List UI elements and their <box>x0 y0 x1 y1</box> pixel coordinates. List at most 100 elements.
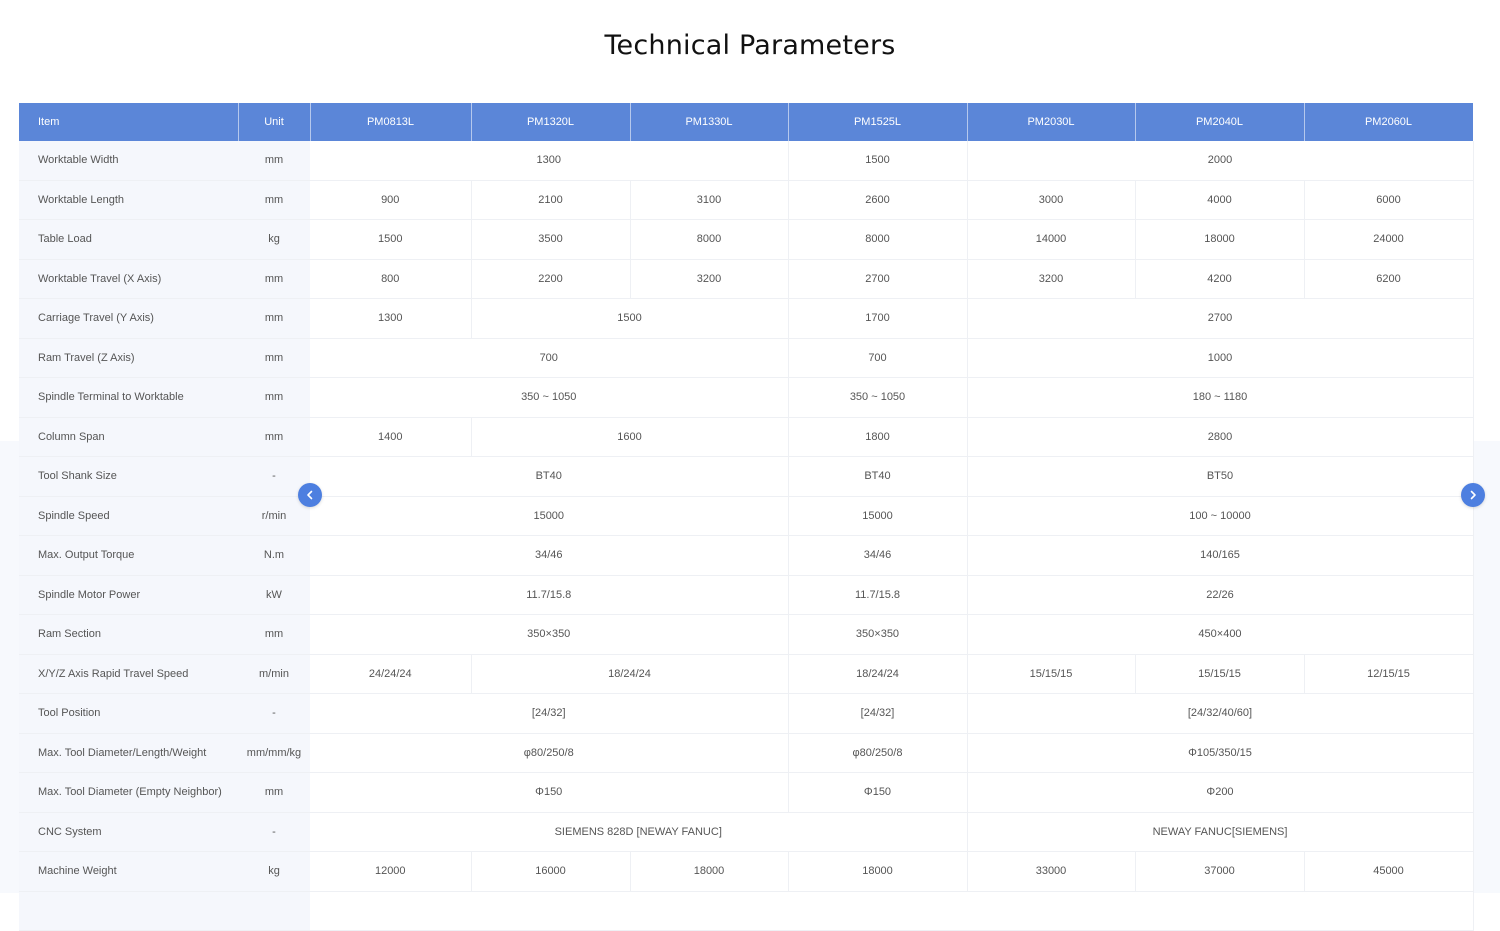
row-unit: r/min <box>238 496 310 536</box>
value-cell: [24/32/40/60] <box>967 693 1474 734</box>
row-item-label: X/Y/Z Axis Rapid Travel Speed <box>19 654 238 694</box>
value-cell: NEWAY FANUC[SIEMENS] <box>967 812 1474 852</box>
value-cell: 3200 <box>630 259 789 299</box>
row-unit: mm <box>238 141 310 181</box>
table-row: Max. Tool Diameter/Length/Weight mm/mm/kg… <box>19 733 1474 773</box>
value-cell: 11.7/15.8 <box>310 575 789 615</box>
header-model: PM1320L <box>471 103 631 141</box>
table-spacer-row <box>19 891 1474 931</box>
row-item-label: Tool Position <box>19 693 238 734</box>
value-cell: [24/32] <box>310 693 789 734</box>
parameters-table-wrapper[interactable]: Item Unit PM0813L PM1320L PM1330L PM1525L PM20… <box>19 103 1474 931</box>
table-row: Machine Weight kg 12000 16000 18000 18000 3300… <box>19 851 1474 892</box>
value-cell: 350×350 <box>788 614 968 655</box>
value-cell: 8000 <box>788 219 968 260</box>
value-cell: 12/15/15 <box>1304 654 1474 694</box>
value-cell: 350×350 <box>310 614 789 655</box>
value-cell: 14000 <box>967 219 1136 260</box>
row-item-label: Worktable Width <box>19 141 238 181</box>
row-unit: mm <box>238 377 310 418</box>
value-cell: 15000 <box>788 496 968 536</box>
row-unit: mm <box>238 298 310 339</box>
value-cell: 2000 <box>967 141 1474 181</box>
value-cell: 1400 <box>310 417 472 457</box>
value-cell: 1300 <box>310 141 789 181</box>
value-cell: 1700 <box>788 298 968 339</box>
row-item-label: Spindle Motor Power <box>19 575 238 615</box>
spacer-cell <box>238 891 310 931</box>
value-cell: 37000 <box>1135 851 1305 892</box>
value-cell: 34/46 <box>310 535 789 576</box>
value-cell: 1500 <box>788 141 968 181</box>
spacer-cell <box>310 891 1474 931</box>
header-model: PM1525L <box>788 103 968 141</box>
row-unit: m/min <box>238 654 310 694</box>
row-unit: mm/mm/kg <box>238 733 310 773</box>
value-cell: 12000 <box>310 851 472 892</box>
header-model: PM1330L <box>630 103 789 141</box>
scroll-right-button[interactable] <box>1461 483 1485 507</box>
row-item-label: Column Span <box>19 417 238 457</box>
value-cell: 350 ~ 1050 <box>788 377 968 418</box>
row-item-label: Max. Output Torque <box>19 535 238 576</box>
value-cell: 4200 <box>1135 259 1305 299</box>
table-row: Carriage Travel (Y Axis) mm 1300 1500 1700 27… <box>19 298 1474 339</box>
value-cell: 4000 <box>1135 180 1305 220</box>
row-unit: kg <box>238 851 310 892</box>
value-cell: 11.7/15.8 <box>788 575 968 615</box>
value-cell: 700 <box>788 338 968 378</box>
row-unit: kg <box>238 219 310 260</box>
value-cell: 700 <box>310 338 789 378</box>
value-cell: 6200 <box>1304 259 1474 299</box>
row-item-label: Spindle Speed <box>19 496 238 536</box>
header-model: PM2060L <box>1304 103 1474 141</box>
table-row: Tool Shank Size - BT40 BT40 BT50 <box>19 456 1474 497</box>
value-cell: 24000 <box>1304 219 1474 260</box>
value-cell: 1000 <box>967 338 1474 378</box>
value-cell: SIEMENS 828D [NEWAY FANUC] <box>310 812 968 852</box>
value-cell: 15/15/15 <box>1135 654 1305 694</box>
value-cell: 34/46 <box>788 535 968 576</box>
row-unit: - <box>238 812 310 852</box>
row-unit: mm <box>238 417 310 457</box>
value-cell: 15/15/15 <box>967 654 1136 694</box>
table-row: Worktable Length mm 900 2100 3100 2600 3000 400… <box>19 180 1474 220</box>
value-cell: 15000 <box>310 496 789 536</box>
value-cell: 350 ~ 1050 <box>310 377 789 418</box>
row-unit: mm <box>238 772 310 813</box>
value-cell: 180 ~ 1180 <box>967 377 1474 418</box>
value-cell: 2200 <box>471 259 631 299</box>
value-cell: 900 <box>310 180 472 220</box>
scroll-left-button[interactable] <box>298 483 322 507</box>
value-cell: φ80/250/8 <box>788 733 968 773</box>
header-item: Item <box>19 103 239 141</box>
row-unit: mm <box>238 180 310 220</box>
table-row: X/Y/Z Axis Rapid Travel Speed m/min 24/24/… <box>19 654 1474 694</box>
table-row: CNC System - SIEMENS 828D [NEWAY FANUC] NEW… <box>19 812 1474 852</box>
value-cell: 22/26 <box>967 575 1474 615</box>
value-cell: 24/24/24 <box>310 654 472 694</box>
row-item-label: Worktable Length <box>19 180 238 220</box>
value-cell: 18000 <box>1135 219 1305 260</box>
row-item-label: Worktable Travel (X Axis) <box>19 259 238 299</box>
value-cell: 1300 <box>310 298 472 339</box>
value-cell: 45000 <box>1304 851 1474 892</box>
value-cell: Φ105/350/15 <box>967 733 1474 773</box>
value-cell: 2600 <box>788 180 968 220</box>
value-cell: 3100 <box>630 180 789 220</box>
page-title: Technical Parameters <box>604 30 896 61</box>
row-item-label: Machine Weight <box>19 851 238 892</box>
table-body: Worktable Width mm 1300 1500 2000 Worktable L… <box>19 141 1474 931</box>
value-cell: 16000 <box>471 851 631 892</box>
chevron-left-icon <box>305 489 315 502</box>
row-item-label: Table Load <box>19 219 238 260</box>
header-model: PM2030L <box>967 103 1136 141</box>
value-cell: 800 <box>310 259 472 299</box>
value-cell: 450×400 <box>967 614 1474 655</box>
value-cell: 3500 <box>471 219 631 260</box>
row-item-label: Spindle Terminal to Worktable <box>19 377 238 418</box>
value-cell: BT40 <box>310 456 789 497</box>
row-unit: mm <box>238 614 310 655</box>
header-model: PM2040L <box>1135 103 1305 141</box>
value-cell: 3000 <box>967 180 1136 220</box>
